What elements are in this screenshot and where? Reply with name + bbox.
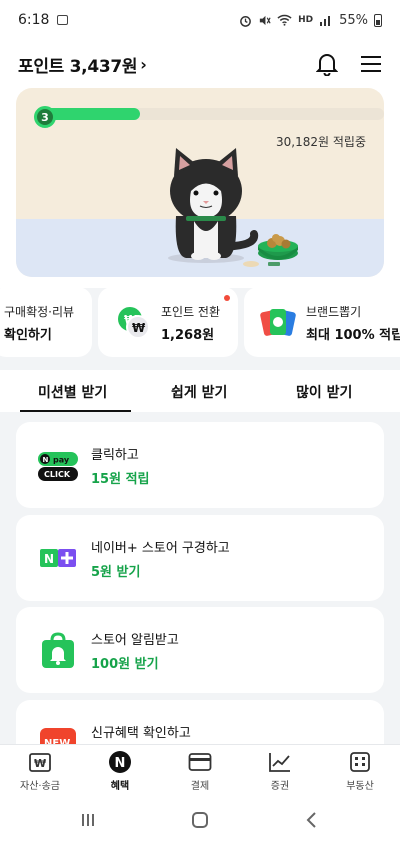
back-icon[interactable] — [305, 811, 319, 829]
chart-up-icon — [269, 753, 290, 772]
nav-stocks[interactable]: 증권 — [240, 749, 320, 792]
quick-card-brand-draw[interactable]: 브랜드뽑기 최대 100% 적립 — [244, 287, 400, 357]
nav-real-estate[interactable]: 부동산 — [320, 749, 400, 792]
quick-card-value: 최대 100% 적립 — [306, 328, 400, 343]
click-icon-text: CLICK — [44, 470, 71, 479]
status-bar: 6:18 HD 55% — [0, 0, 400, 40]
bottom-navigation: ₩ 자산·송금 N 혜택 결제 증권 부동산 — [0, 744, 400, 798]
home-icon[interactable] — [191, 811, 209, 829]
status-time: 6:18 — [18, 12, 50, 28]
svg-text:₩: ₩ — [132, 321, 146, 335]
recent-apps-icon[interactable] — [80, 812, 96, 828]
status-right: HD 55% — [239, 13, 382, 28]
chevron-right-icon[interactable]: › — [140, 55, 147, 74]
quick-card-value: 확인하기 — [4, 328, 52, 343]
network-label: HD — [298, 15, 314, 25]
quick-card-label: 구매확정·리뷰 — [4, 305, 75, 319]
hero-card[interactable]: 3 30,182원 적립중 — [16, 88, 384, 277]
wallet-won-icon: ₩ — [29, 753, 51, 772]
svg-text:N: N — [43, 456, 49, 464]
mission-reward: 100원 받기 — [91, 657, 159, 672]
quick-card-label: 브랜드뽑기 — [306, 305, 362, 319]
nav-label: 결제 — [190, 781, 210, 792]
cat-illustration — [168, 148, 298, 267]
nav-payment[interactable]: 결제 — [160, 749, 240, 792]
wifi-icon — [277, 14, 292, 26]
naver-n-icon: N — [109, 751, 131, 773]
mission-title: 스토어 알림받고 — [91, 633, 179, 648]
quick-card-review[interactable]: 구매확정·리뷰 확인하기 — [0, 287, 92, 357]
mission-card-store-alert[interactable]: 스토어 알림받고 100원 받기 — [16, 607, 384, 693]
tab-mission[interactable]: 미션별 받기 — [38, 382, 107, 402]
tab-bar: 미션별 받기 쉽게 받기 많이 받기 — [0, 370, 400, 412]
system-navigation-bar — [0, 798, 400, 844]
tab-easy[interactable]: 쉽게 받기 — [171, 382, 227, 402]
card-icon — [188, 753, 212, 771]
npay-click-icon: N pay CLICK — [38, 452, 78, 481]
svg-text:₩: ₩ — [34, 757, 46, 770]
point-convert-icon: ₩ ₩ — [118, 307, 150, 339]
points-title[interactable]: 포인트 3,437원 — [18, 52, 138, 77]
mute-icon — [259, 15, 271, 25]
nav-label: 부동산 — [346, 781, 374, 792]
quick-card-point-convert[interactable]: ₩ ₩ 포인트 전환 1,268원 — [98, 287, 238, 357]
signal-icon — [320, 16, 331, 26]
svg-text:N: N — [115, 756, 126, 771]
header: 포인트 3,437원 › — [0, 40, 400, 88]
svg-text:pay: pay — [53, 456, 70, 465]
nav-label: 자산·송금 — [20, 781, 60, 792]
svg-text:N: N — [44, 552, 54, 566]
mission-card-naver-plus[interactable]: N 네이버+ 스토어 구경하고 5원 받기 — [16, 515, 384, 601]
level-badge: 3 — [34, 106, 56, 128]
battery-icon — [374, 13, 382, 27]
store-bell-icon — [42, 632, 74, 668]
nav-label: 혜택 — [110, 781, 130, 792]
mission-title: 클릭하고 — [91, 448, 139, 463]
brand-cards-icon — [260, 309, 296, 336]
menu-icon[interactable] — [360, 55, 382, 73]
mission-title: 신규혜택 확인하고 — [91, 726, 191, 741]
mission-reward: 15원 적립 — [91, 472, 150, 487]
nav-label: 증권 — [270, 781, 290, 792]
mission-card-click[interactable]: N pay CLICK 클릭하고 15원 적립 — [16, 422, 384, 508]
tab-active-indicator — [20, 410, 131, 412]
mission-title: 네이버+ 스토어 구경하고 — [91, 541, 230, 556]
battery-percent: 55% — [339, 12, 368, 28]
gallery-notification-icon — [57, 15, 69, 25]
new-dot-badge — [224, 295, 230, 301]
quick-card-label: 포인트 전환 — [161, 305, 221, 319]
mission-reward: 5원 받기 — [91, 565, 141, 580]
bell-icon[interactable] — [316, 52, 338, 76]
nav-assets[interactable]: ₩ 자산·송금 — [0, 749, 80, 792]
tab-many[interactable]: 많이 받기 — [296, 382, 352, 402]
building-icon — [350, 752, 370, 772]
level-progress-bar — [36, 108, 384, 120]
naver-plus-icon: N — [40, 549, 76, 567]
nav-benefits[interactable]: N 혜택 — [80, 749, 160, 792]
alarm-icon — [240, 15, 251, 27]
quick-card-value: 1,268원 — [161, 328, 215, 343]
